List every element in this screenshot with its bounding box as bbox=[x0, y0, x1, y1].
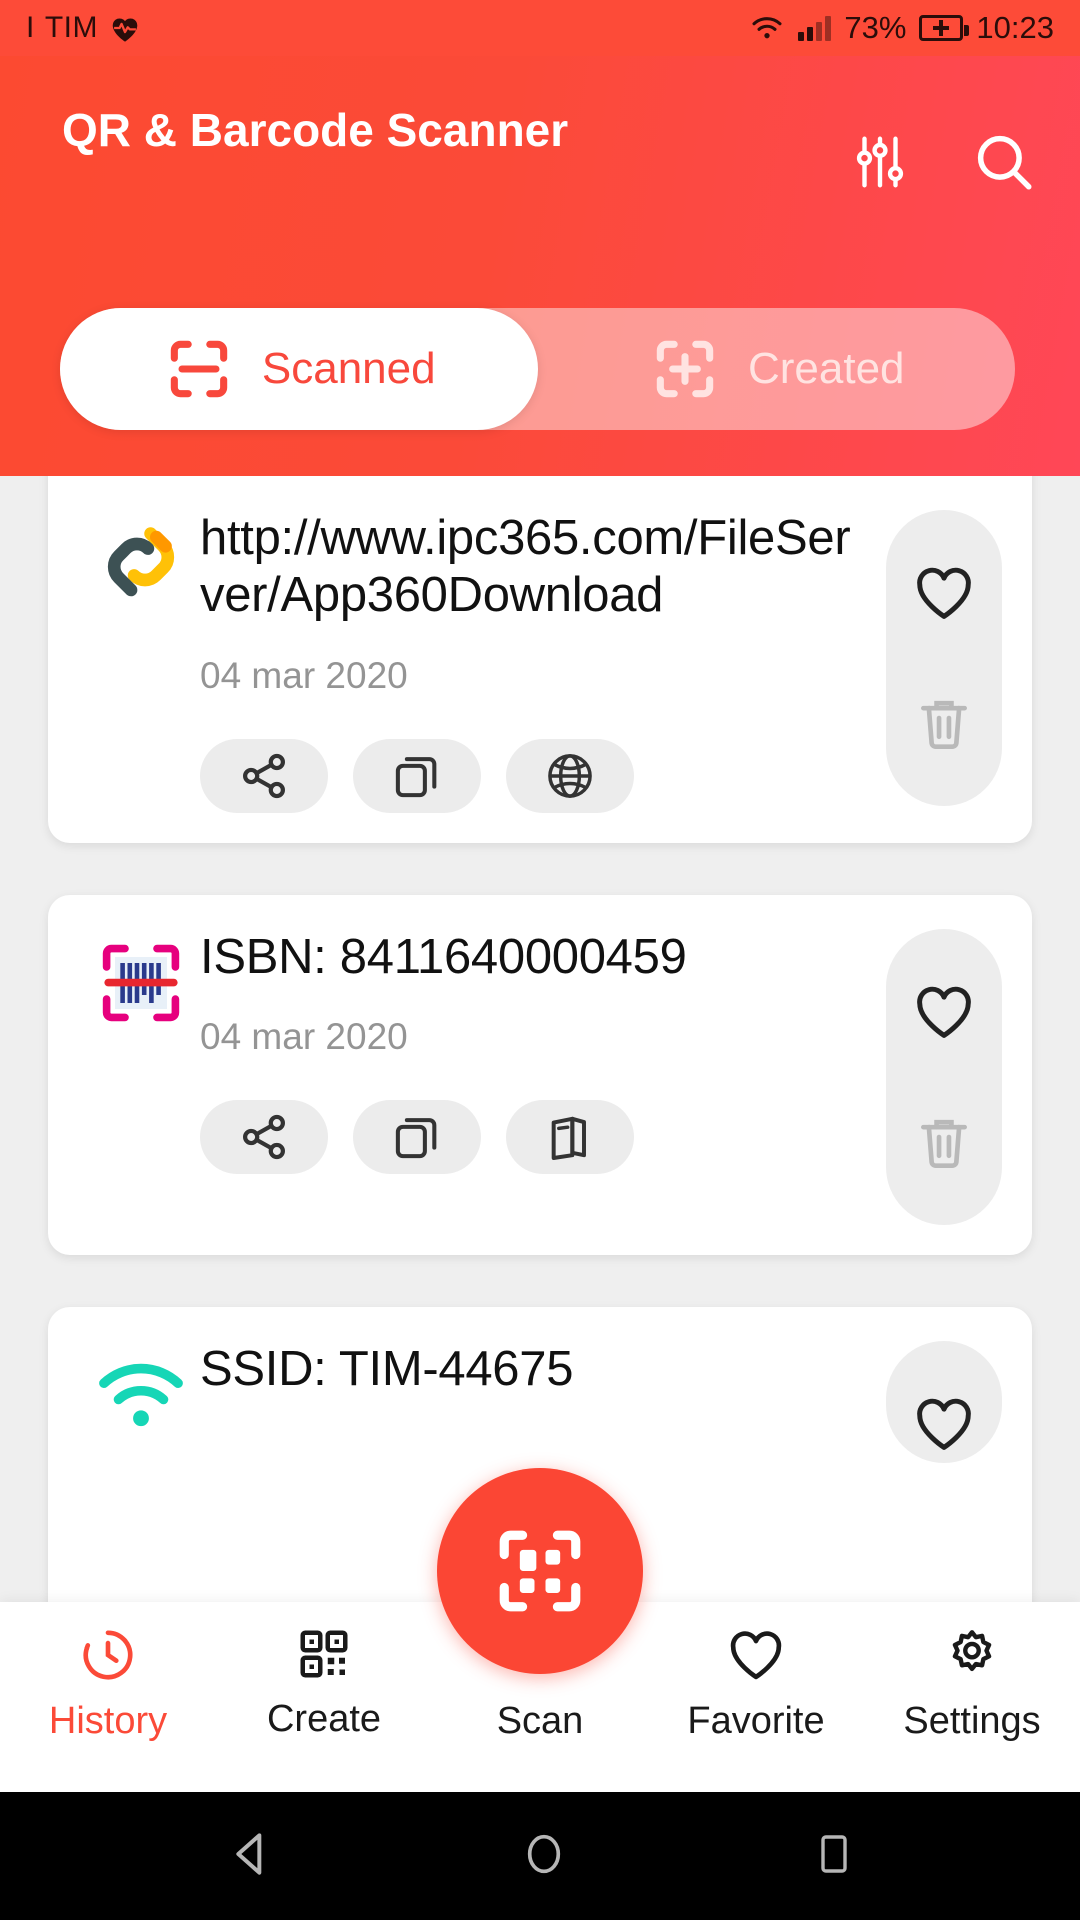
delete-button[interactable] bbox=[905, 1103, 983, 1181]
tab-created-label: Created bbox=[747, 344, 905, 393]
battery-charging-icon bbox=[919, 15, 970, 41]
barcode-scan-icon bbox=[102, 944, 180, 1021]
qr-grid-icon bbox=[300, 1630, 348, 1678]
search-icon bbox=[977, 135, 1032, 190]
status-bar-indicators: 73% 10:23 bbox=[749, 10, 1054, 46]
item-actions bbox=[200, 738, 872, 813]
link-chain-icon bbox=[107, 527, 175, 597]
wifi-icon bbox=[99, 1363, 183, 1426]
heart-icon bbox=[730, 1631, 782, 1680]
wifi-icon bbox=[752, 17, 782, 39]
favorite-button[interactable] bbox=[905, 554, 983, 632]
delete-button[interactable] bbox=[905, 684, 983, 762]
book-icon bbox=[551, 1116, 586, 1160]
carrier-label: TIM bbox=[44, 11, 98, 44]
filter-button[interactable] bbox=[844, 126, 916, 198]
nav-item-favorite[interactable]: Favorite bbox=[648, 1602, 864, 1743]
list-item[interactable]: ISBN: 8411640000459 04 mar 2020 bbox=[48, 894, 1032, 1255]
item-actions bbox=[200, 1099, 872, 1174]
globe-icon bbox=[548, 753, 592, 798]
share-icon bbox=[243, 1114, 285, 1160]
scan-frame-icon bbox=[170, 340, 228, 398]
nav-item-favorite-label: Favorite bbox=[687, 1700, 825, 1742]
battery-percent-label: 73% bbox=[844, 10, 907, 45]
trash-icon bbox=[921, 1119, 967, 1168]
share-button[interactable] bbox=[200, 1099, 328, 1174]
signal-prefix: I bbox=[26, 11, 35, 44]
header-top-row: QR & Barcode Scanner bbox=[0, 56, 1080, 198]
item-text: ISBN: 8411640000459 bbox=[200, 929, 687, 984]
scan-frame-plus-icon bbox=[656, 340, 714, 398]
list-item[interactable]: http://www.ipc365.com/FileServer/App360D… bbox=[48, 476, 1032, 843]
nav-item-history[interactable]: History bbox=[0, 1602, 216, 1743]
android-system-nav bbox=[0, 1792, 1080, 1920]
page-title: QR & Barcode Scanner bbox=[62, 104, 569, 156]
app-root: I TIM 73% 10:23 QR & Barcode Scanner Sca… bbox=[0, 0, 1080, 1920]
tab-created[interactable]: Created bbox=[538, 308, 1016, 430]
status-bar-carrier-group: I TIM bbox=[26, 11, 142, 45]
status-bar: I TIM 73% 10:23 bbox=[0, 0, 1080, 56]
item-side-actions bbox=[886, 1340, 1002, 1463]
tab-scanned[interactable]: Scanned bbox=[60, 308, 538, 430]
recents-square-icon bbox=[821, 1834, 847, 1873]
segmented-tabs: Scanned Created bbox=[60, 308, 1015, 430]
nav-item-history-label: History bbox=[48, 1700, 168, 1742]
item-content: http://www.ipc365.com/FileServer/App360D… bbox=[200, 510, 886, 813]
item-date: 04 mar 2020 bbox=[200, 654, 408, 696]
favorite-button[interactable] bbox=[905, 973, 983, 1051]
search-button[interactable] bbox=[968, 126, 1040, 198]
qr-scan-icon bbox=[499, 1530, 581, 1612]
nav-item-create[interactable]: Create bbox=[216, 1602, 432, 1741]
item-date: 04 mar 2020 bbox=[200, 1015, 408, 1057]
open-browser-button[interactable] bbox=[506, 738, 634, 813]
item-content: ISBN: 8411640000459 04 mar 2020 bbox=[200, 929, 886, 1225]
nav-item-settings[interactable]: Settings bbox=[864, 1602, 1080, 1743]
heart-icon bbox=[917, 567, 971, 619]
header-actions bbox=[844, 104, 1040, 198]
copy-button[interactable] bbox=[353, 1099, 481, 1174]
book-lookup-button[interactable] bbox=[506, 1099, 634, 1174]
home-circle-icon bbox=[527, 1834, 561, 1873]
item-type-icon-wrap bbox=[82, 929, 200, 1225]
item-content: SSID: TIM-44675 bbox=[200, 1341, 886, 1463]
android-home-button[interactable] bbox=[518, 1828, 570, 1885]
item-text: SSID: TIM-44675 bbox=[200, 1341, 574, 1396]
item-side-actions bbox=[886, 510, 1002, 806]
scan-fab-button[interactable] bbox=[437, 1468, 643, 1674]
trash-icon bbox=[921, 700, 967, 749]
favorite-button[interactable] bbox=[905, 1385, 983, 1463]
heart-icon bbox=[917, 986, 971, 1038]
copy-icon bbox=[395, 1118, 437, 1159]
item-type-icon-wrap bbox=[82, 510, 200, 813]
sliders-icon bbox=[856, 136, 904, 188]
gear-icon bbox=[952, 1630, 992, 1672]
back-triangle-icon bbox=[236, 1832, 262, 1875]
item-type-icon-wrap bbox=[82, 1341, 200, 1463]
nav-item-create-label: Create bbox=[266, 1698, 382, 1740]
copy-icon bbox=[395, 756, 437, 797]
heart-icon bbox=[917, 1398, 971, 1450]
tab-scanned-label: Scanned bbox=[261, 344, 436, 393]
share-button[interactable] bbox=[200, 738, 328, 813]
android-recents-button[interactable] bbox=[810, 1830, 858, 1883]
clock-label: 10:23 bbox=[976, 10, 1054, 45]
signal-icon bbox=[798, 15, 832, 41]
history-list[interactable]: http://www.ipc365.com/FileServer/App360D… bbox=[0, 476, 1080, 1626]
heart-rate-icon bbox=[112, 18, 138, 42]
copy-button[interactable] bbox=[353, 738, 481, 813]
android-back-button[interactable] bbox=[222, 1826, 278, 1887]
app-header: QR & Barcode Scanner Scanned Created bbox=[0, 56, 1080, 476]
nav-item-scan-label: Scan bbox=[496, 1700, 584, 1742]
nav-item-settings-label: Settings bbox=[903, 1700, 1041, 1742]
history-clock-icon bbox=[83, 1630, 133, 1680]
item-text: http://www.ipc365.com/FileServer/App360D… bbox=[200, 511, 851, 623]
share-icon bbox=[243, 753, 285, 798]
item-side-actions bbox=[886, 928, 1002, 1225]
